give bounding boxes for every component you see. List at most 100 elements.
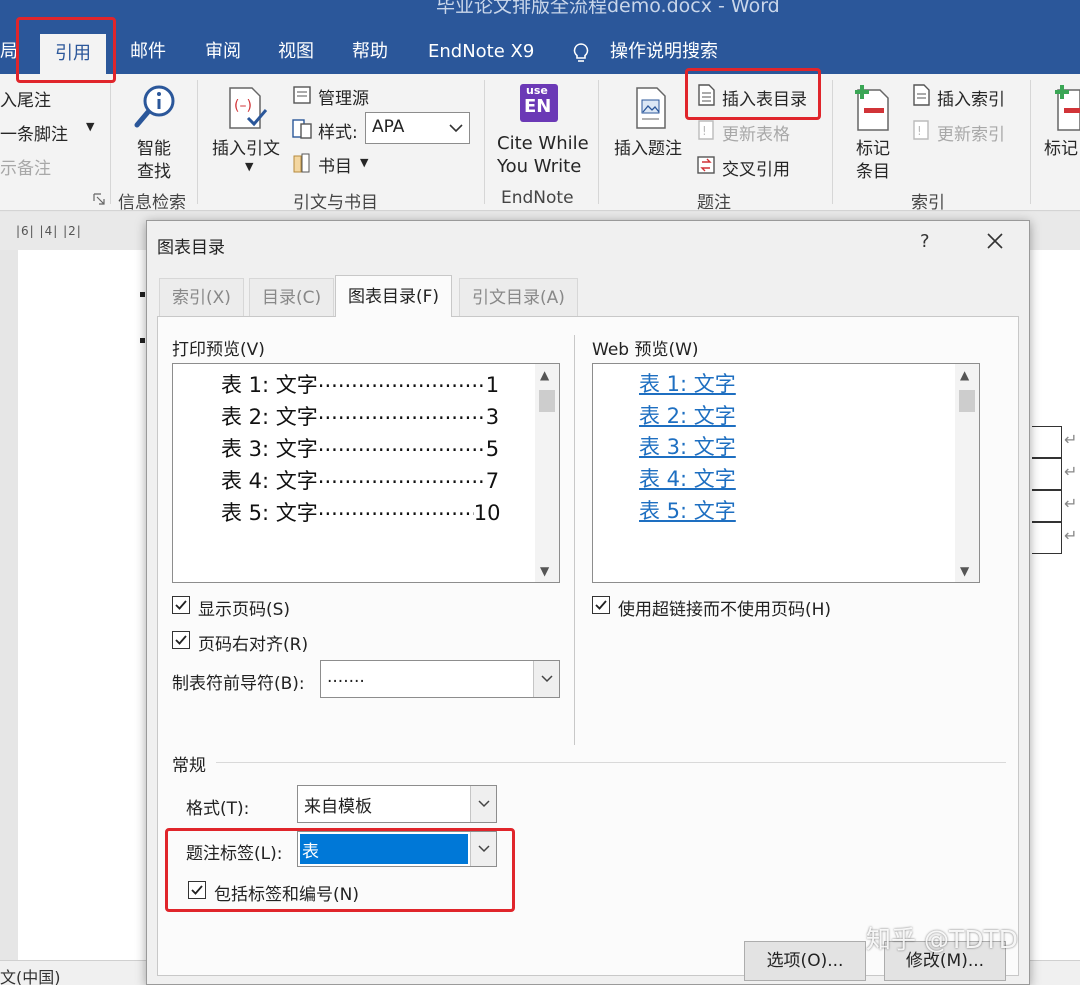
show-page-numbers-checkbox[interactable] [172, 596, 190, 614]
tell-me-search[interactable]: 操作说明搜索 [610, 38, 718, 66]
cross-reference-icon [697, 156, 715, 174]
scroll-thumb[interactable] [959, 390, 975, 412]
insert-caption-button[interactable]: 插入题注 [614, 134, 682, 159]
tab-table-of-figures[interactable]: 图表目录(F) [335, 275, 453, 317]
help-button[interactable]: ? [920, 231, 930, 252]
return-mark-icon: ↵ [1064, 526, 1078, 545]
tab-leader-select[interactable]: ....... [320, 660, 560, 698]
next-footnote-button[interactable]: 一条脚注 [0, 120, 68, 145]
cite-while-you-write-label-2[interactable]: You Write [497, 156, 581, 177]
print-preview-row: 表 2: 文字.................................… [221, 400, 500, 429]
include-label-and-number-checkbox[interactable] [188, 881, 206, 899]
tab-leader-label: 制表符前导符(B): [172, 674, 305, 694]
mark-entry-label-1[interactable]: 标记 [856, 134, 890, 159]
dropdown-button[interactable] [470, 832, 496, 866]
web-preview-link[interactable]: 表 4: 文字 [639, 463, 736, 493]
options-button[interactable]: 选项(O)... [744, 941, 866, 981]
column-divider [574, 335, 575, 745]
use-hyperlinks-label[interactable]: 使用超链接而不使用页码(H) [618, 595, 831, 620]
dropdown-button[interactable] [470, 786, 496, 822]
include-label-and-number-label[interactable]: 包括标签和编号(N) [214, 880, 359, 905]
svg-text:(–): (–) [234, 98, 252, 114]
smart-lookup-label-2[interactable]: 查找 [137, 157, 171, 182]
dropdown-button[interactable] [533, 661, 559, 697]
mark-citation-label[interactable]: 标记 [1044, 134, 1078, 159]
style-icon [292, 119, 312, 139]
tab-index[interactable]: 索引(X) [159, 278, 244, 316]
ribbon-tab-bar: 局 引用 邮件 审阅 视图 帮助 EndNote X9 操作说明搜索 [0, 30, 1080, 74]
insert-citation-icon: (–) [229, 87, 268, 129]
ruler-numbers: |6| |4| |2| [16, 224, 82, 238]
right-align-page-numbers-checkbox[interactable] [172, 631, 190, 649]
format-value: 来自模板 [304, 797, 372, 817]
cross-reference-button[interactable]: 交叉引用 [722, 155, 790, 180]
title-bar: 毕业论文排版全流程demo.docx - Word [0, 0, 1080, 30]
document-page[interactable] [18, 250, 148, 960]
group-separator [832, 80, 833, 204]
document-page-right[interactable] [1030, 250, 1080, 960]
style-label: 样式: [318, 123, 358, 143]
web-preview-label: Web 预览(W) [592, 340, 699, 360]
web-preview-box[interactable]: 表 1: 文字 表 2: 文字 表 3: 文字 表 4: 文字 表 5: 文字 … [592, 363, 980, 583]
citation-style-select[interactable]: APA [365, 112, 470, 144]
group-separator [110, 80, 111, 204]
show-notes-button[interactable]: 示备注 [0, 154, 51, 179]
insert-table-of-figures-button[interactable]: 插入表目录 [722, 85, 807, 110]
update-index-button[interactable]: 更新索引 [937, 120, 1005, 145]
print-preview-row: 表 5: 文字.................................… [221, 496, 501, 525]
use-hyperlinks-checkbox[interactable] [592, 596, 610, 614]
tab-leader-value: ....... [327, 667, 365, 687]
web-preview-link[interactable]: 表 3: 文字 [639, 431, 736, 461]
bibliography-button[interactable]: 书目 [318, 152, 352, 177]
insert-citation-label[interactable]: 插入引文 [212, 134, 280, 159]
smart-lookup-label-1[interactable]: 智能 [137, 134, 171, 159]
manage-sources-button[interactable]: 管理源 [318, 84, 369, 109]
update-table-icon: ! [698, 120, 714, 140]
scroll-down-icon[interactable]: ▼ [960, 564, 969, 578]
endnote-logo-icon: use EN [520, 84, 558, 122]
language-status[interactable]: 文(中国) [0, 964, 61, 985]
web-preview-link[interactable]: 表 2: 文字 [639, 400, 736, 430]
tab-references[interactable]: 引用 [40, 34, 106, 74]
checkmark-icon [191, 885, 203, 895]
scroll-up-icon[interactable]: ▲ [960, 368, 969, 382]
close-icon[interactable] [983, 229, 1007, 253]
window-title: 毕业论文排版全流程demo.docx - Word [436, 0, 780, 17]
tab-toc[interactable]: 目录(C) [249, 278, 335, 316]
scrollbar[interactable]: ▲ ▼ [955, 364, 979, 582]
tab-table-of-authorities[interactable]: 引文目录(A) [459, 278, 578, 316]
insert-index-button[interactable]: 插入索引 [937, 85, 1005, 110]
insert-index-icon [913, 84, 930, 106]
scroll-thumb[interactable] [539, 390, 555, 412]
show-page-numbers-label[interactable]: 显示页码(S) [198, 595, 290, 620]
right-align-page-numbers-label[interactable]: 页码右对齐(R) [198, 630, 308, 655]
caption-label-select[interactable]: 表 [297, 831, 497, 867]
group-label-captions: 题注 [697, 193, 731, 213]
print-preview-box[interactable]: 表 1: 文字.................................… [172, 363, 560, 583]
web-preview-link[interactable]: 表 5: 文字 [639, 495, 736, 525]
tab-view[interactable]: 视图 [278, 38, 314, 66]
web-preview-link[interactable]: 表 1: 文字 [639, 368, 736, 398]
tab-mailings[interactable]: 邮件 [130, 38, 166, 66]
manage-sources-icon [293, 86, 311, 104]
tab-help[interactable]: 帮助 [352, 38, 388, 66]
mark-entry-label-2[interactable]: 条目 [856, 157, 890, 182]
mark-entry-icon [855, 85, 889, 131]
tab-review[interactable]: 审阅 [205, 38, 241, 66]
scroll-down-icon[interactable]: ▼ [540, 564, 549, 578]
table-cell [1032, 426, 1062, 458]
tab-endnote[interactable]: EndNote X9 [428, 38, 534, 66]
scroll-up-icon[interactable]: ▲ [540, 368, 549, 382]
insert-endnote-button[interactable]: 入尾注 [0, 86, 51, 111]
format-label: 格式(T): [186, 799, 250, 819]
scrollbar[interactable]: ▲ ▼ [535, 364, 559, 582]
group-separator [1030, 80, 1031, 204]
cite-while-you-write-label-1[interactable]: Cite While [497, 133, 589, 154]
tab-layout[interactable]: 局 [0, 38, 18, 66]
group-label-research: 信息检索 [118, 193, 186, 213]
update-table-button[interactable]: 更新表格 [722, 120, 790, 145]
dialog-launcher-icon[interactable] [93, 193, 105, 205]
chevron-down-icon [478, 845, 490, 853]
svg-text:!: ! [917, 124, 922, 138]
format-select[interactable]: 来自模板 [297, 785, 497, 823]
